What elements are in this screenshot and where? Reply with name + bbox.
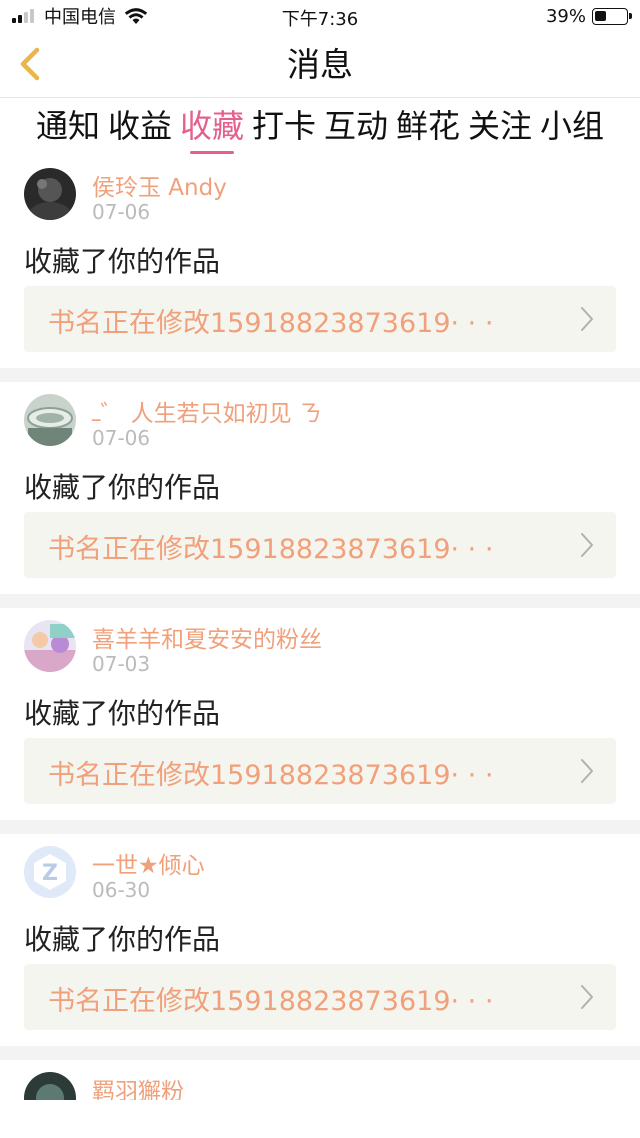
action-text: 收藏了你的作品 [24,245,221,278]
tab-5[interactable]: 鲜花 [392,100,464,156]
section-divider [0,1046,640,1060]
status-right: 39% [545,5,632,27]
tab-1[interactable]: 收益 [104,100,176,156]
message-card: 羁羽獬粉 [0,1060,640,1100]
user-name[interactable]: 侯玲玉 Andy [92,168,227,202]
message-date: 07-03 [92,652,151,676]
user-name[interactable]: ߺ゛ 人生若只如初见 ㄋ [92,394,322,428]
avatar[interactable] [24,1072,76,1100]
work-link[interactable]: 书名正在修改15918823873619· · · [24,964,616,1030]
tab-label: 通知 [35,107,100,145]
tab-active-indicator [189,151,234,154]
section-divider [0,594,640,608]
work-title: 书名正在修改15918823873619· · · [48,534,494,565]
work-link[interactable]: 书名正在修改15918823873619· · · [24,738,616,804]
work-title: 书名正在修改15918823873619· · · [48,986,494,1017]
message-card: Z 一世★倾心 06-30 收藏了你的作品书名正在修改15918823873619· … [0,834,640,1046]
nav-bar: 消息 [0,32,640,98]
svg-text:Z: Z [42,861,58,886]
chevron-right-icon [580,532,594,558]
page-title: 消息 [287,45,353,84]
section-divider [0,820,640,834]
status-bar: 中国电信 下午7:36 39% [0,0,640,32]
avatar[interactable] [24,620,76,672]
chevron-right-icon [580,306,594,332]
work-link[interactable]: 书名正在修改15918823873619· · · [24,286,616,352]
user-name[interactable]: 喜羊羊和夏安安的粉丝 [92,620,322,654]
message-card: 喜羊羊和夏安安的粉丝 07-03 收藏了你的作品书名正在修改159188238736… [0,608,640,820]
tab-label: 关注 [468,107,533,145]
status-time: 下午7:36 [281,9,359,30]
battery-icon [592,7,632,25]
tab-label: 打卡 [251,107,316,145]
message-card: ߺ゛ 人生若只如初见 ㄋ 07-06 收藏了你的作品书名正在修改1591882387… [0,382,640,594]
avatar[interactable] [24,394,76,446]
user-name[interactable]: 一世★倾心 [92,846,205,880]
message-date: 07-06 [92,426,151,450]
tab-label: 鲜花 [396,107,461,145]
battery-percent: 39% [545,5,586,27]
work-title: 书名正在修改15918823873619· · · [48,760,494,791]
message-date: 06-30 [92,878,151,902]
work-title: 书名正在修改15918823873619· · · [48,308,494,339]
chevron-right-icon [580,758,594,784]
tab-2[interactable]: 收藏 [176,100,248,156]
tab-4[interactable]: 互动 [320,100,392,156]
avatar[interactable] [24,168,76,220]
tab-label: 收藏 [179,107,244,145]
tab-3[interactable]: 打卡 [248,100,320,156]
section-divider [0,368,640,382]
message-card: 侯玲玉 Andy 07-06 收藏了你的作品书名正在修改15918823873619… [0,156,640,368]
message-date: 07-06 [92,200,151,224]
action-text: 收藏了你的作品 [24,471,221,504]
chevron-right-icon [580,984,594,1010]
tab-7[interactable]: 小组 [536,100,608,156]
avatar[interactable]: Z [24,846,76,898]
user-name[interactable]: 羁羽獬粉 [92,1072,184,1100]
tab-bar: 通知 收益 收藏 打卡 互动 鲜花 关注 小组 [0,100,640,156]
work-link[interactable]: 书名正在修改15918823873619· · · [24,512,616,578]
action-text: 收藏了你的作品 [24,697,221,730]
tab-6[interactable]: 关注 [464,100,536,156]
tab-label: 互动 [324,107,389,145]
message-list: 侯玲玉 Andy 07-06 收藏了你的作品 书名正在修改15918823873619… [0,156,640,1100]
tab-0[interactable]: 通知 [32,100,104,156]
tab-label: 小组 [540,107,605,145]
tab-label: 收益 [107,107,172,145]
action-text: 收藏了你的作品 [24,923,221,956]
